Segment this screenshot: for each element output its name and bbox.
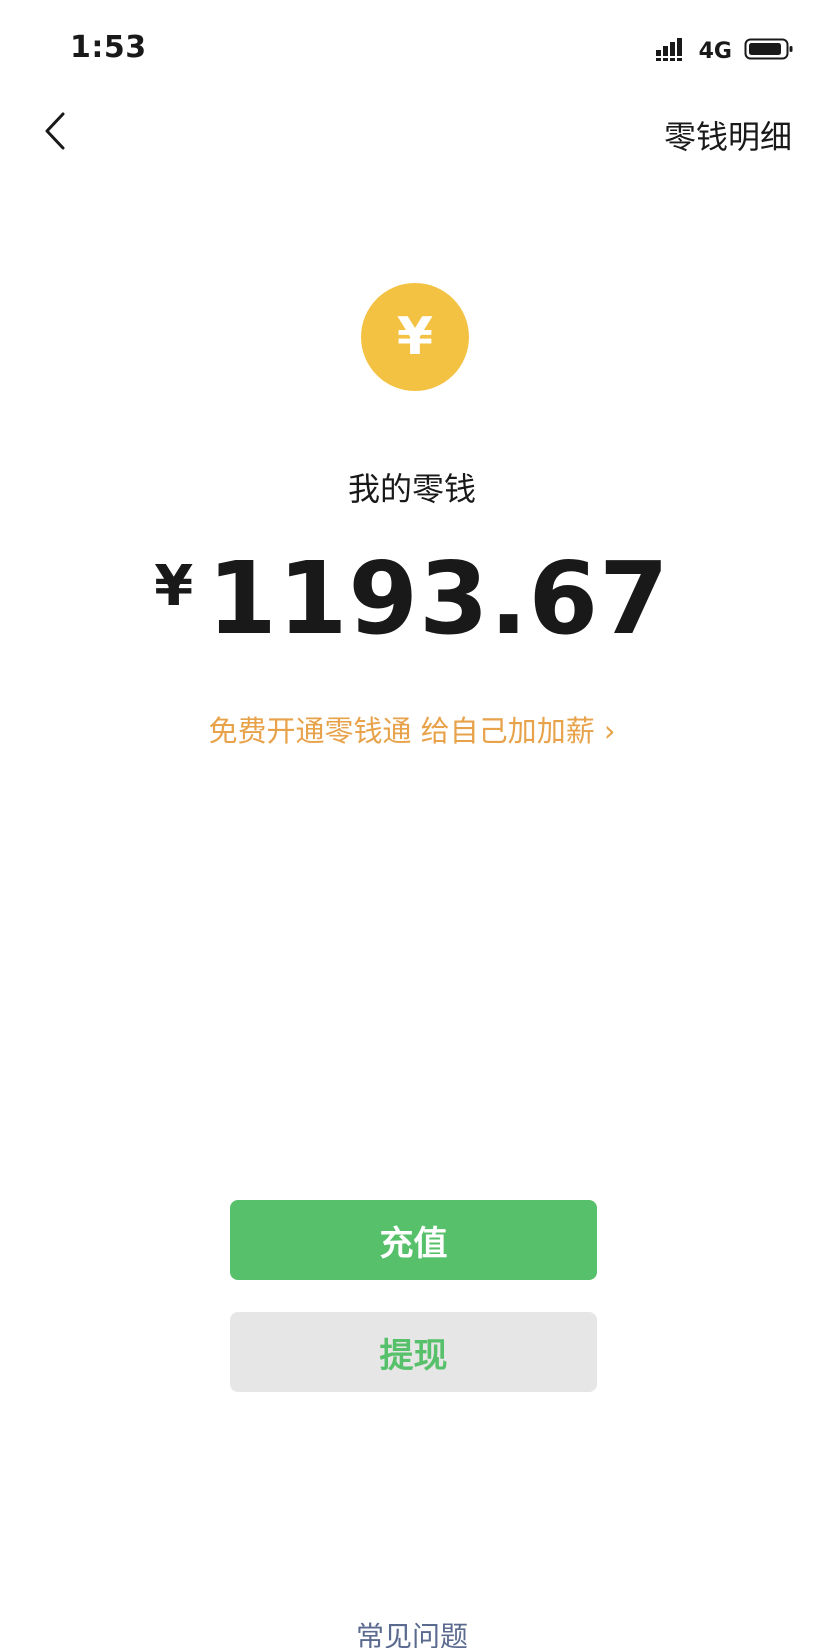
coin-symbol: ¥ bbox=[396, 307, 434, 367]
faq-link[interactable]: 常见问题 bbox=[0, 1615, 824, 1648]
network-label: 4G bbox=[698, 38, 732, 64]
status-time: 1:53 bbox=[70, 30, 147, 65]
promo-link[interactable]: 免费开通零钱通 给自己加加薪 › bbox=[0, 708, 824, 750]
wallet-screen: 1:53 4G 零钱明细 ¥ 我的零钱 ¥ 1193.67 免费开通零钱通 给自… bbox=[0, 0, 824, 1648]
balance-currency: ¥ bbox=[154, 554, 194, 619]
battery-icon bbox=[744, 37, 794, 65]
balance-display: ¥1193.67 bbox=[0, 540, 824, 657]
chevron-left-icon bbox=[43, 110, 69, 156]
signal-bars-icon bbox=[655, 36, 687, 66]
wallet-title: 我的零钱 bbox=[347, 470, 476, 508]
transaction-details-link[interactable]: 零钱明细 bbox=[664, 112, 792, 158]
yuan-coin-icon: ¥ bbox=[361, 283, 469, 391]
back-button[interactable] bbox=[36, 108, 76, 158]
balance-amount: 1193.67 bbox=[207, 540, 670, 657]
status-bar-right: 4G bbox=[655, 36, 794, 66]
withdraw-button[interactable]: 提现 bbox=[230, 1312, 597, 1392]
recharge-button[interactable]: 充值 bbox=[230, 1200, 597, 1280]
